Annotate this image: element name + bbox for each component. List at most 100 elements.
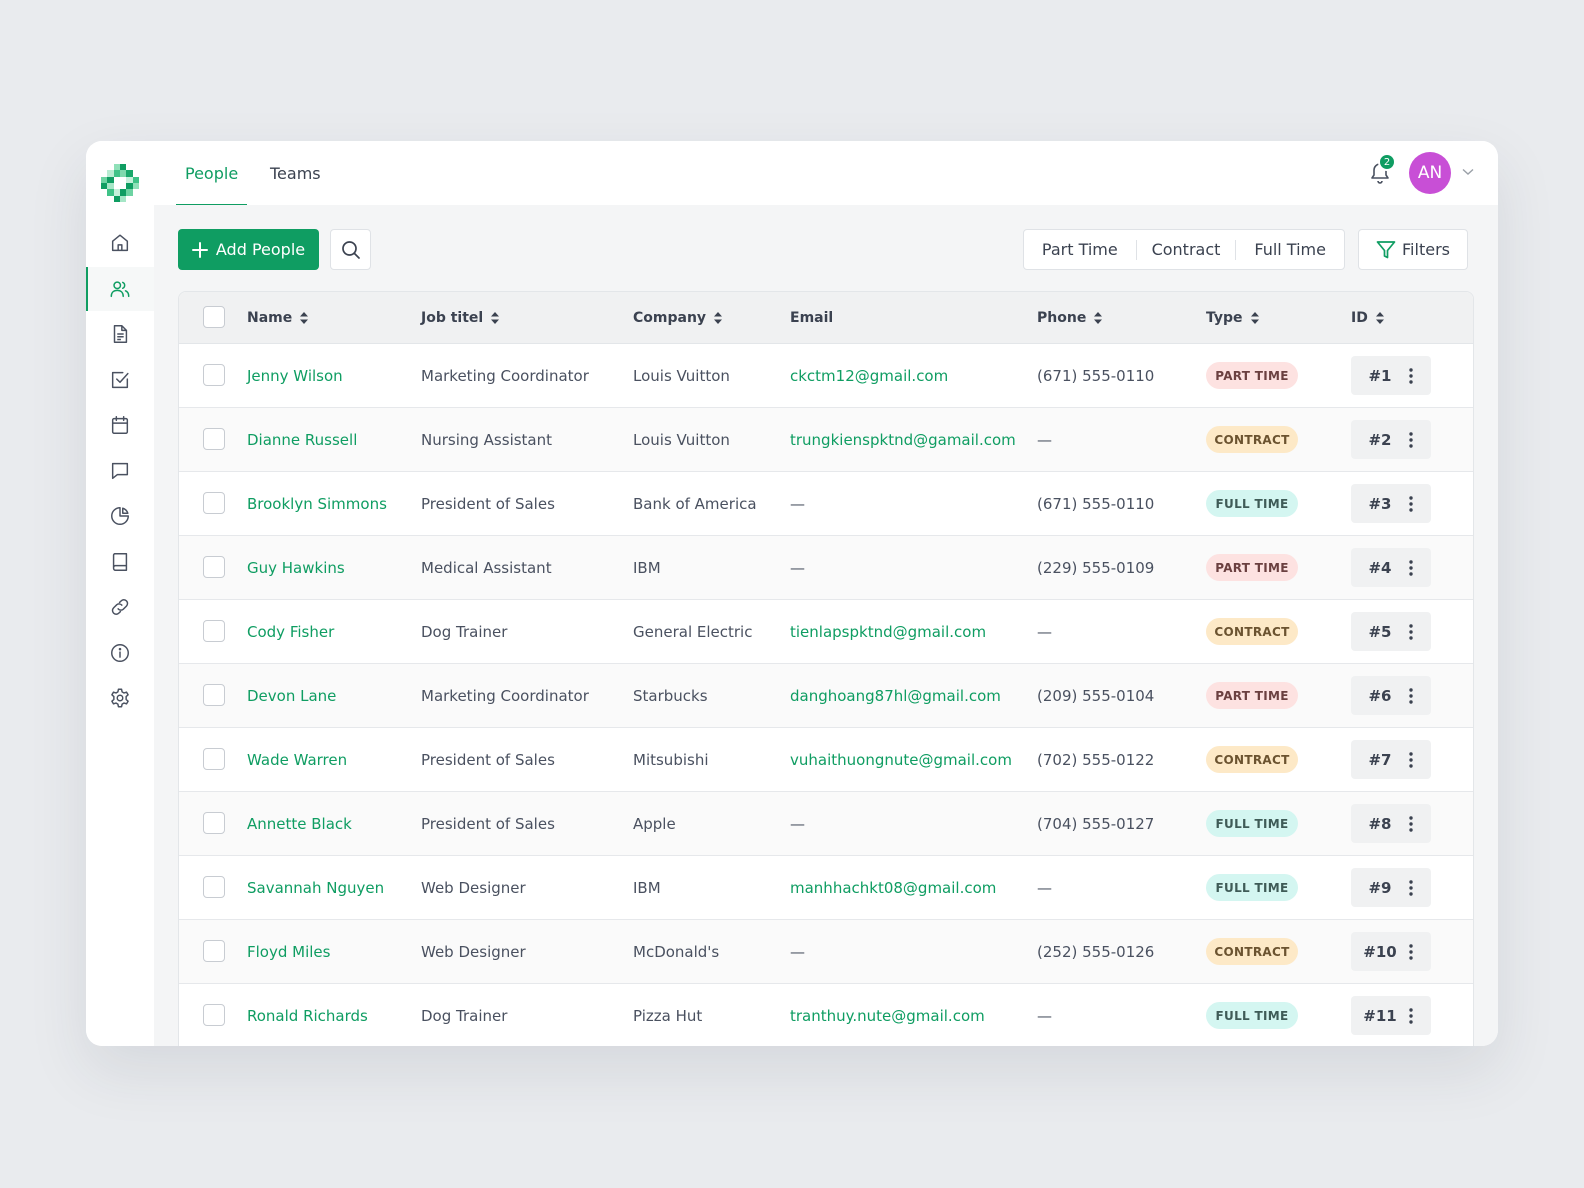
type-badge: FULL TIME <box>1206 874 1298 901</box>
person-name-link[interactable]: Devon Lane <box>247 664 336 727</box>
search-icon <box>341 240 360 259</box>
person-name-link[interactable]: Jenny Wilson <box>247 344 343 407</box>
row-checkbox[interactable] <box>203 1004 225 1026</box>
row-checkbox[interactable] <box>203 492 225 514</box>
person-name-link[interactable]: Dianne Russell <box>247 408 357 471</box>
type-badge: CONTRACT <box>1206 618 1298 645</box>
email-link[interactable]: tranthuy.nute@gmail.com <box>790 984 985 1046</box>
add-people-button[interactable]: Add People <box>178 229 319 270</box>
type-badge: FULL TIME <box>1206 810 1298 837</box>
table-row[interactable]: Annette Black President of Sales Apple — (70… <box>179 792 1473 856</box>
sidebar-item-tasks[interactable] <box>86 358 154 402</box>
sidebar-item-home[interactable] <box>86 221 154 265</box>
email-link[interactable]: manhhachkt08@gmail.com <box>790 856 996 919</box>
app-logo-icon[interactable] <box>101 164 139 202</box>
column-header-phone[interactable]: Phone <box>1037 292 1103 343</box>
sort-icon <box>1094 311 1103 324</box>
column-header-job-title[interactable]: Job titel <box>421 292 500 343</box>
calendar-icon <box>111 416 129 434</box>
sort-icon <box>300 311 309 324</box>
id-box: #1 <box>1351 356 1431 395</box>
sort-icon <box>714 311 723 324</box>
sidebar-item-info[interactable] <box>86 631 154 675</box>
table-row[interactable]: Jenny Wilson Marketing Coordinator Louis V… <box>179 344 1473 408</box>
id-label: #10 <box>1363 942 1397 961</box>
email-link[interactable]: ckctm12@gmail.com <box>790 344 948 407</box>
column-header-name[interactable]: Name <box>247 292 309 343</box>
type-badge: PART TIME <box>1206 554 1298 581</box>
more-options-icon[interactable] <box>1409 495 1413 512</box>
table-row[interactable]: Cody Fisher Dog Trainer General Electric ti… <box>179 600 1473 664</box>
person-name-link[interactable]: Cody Fisher <box>247 600 334 663</box>
person-name-link[interactable]: Wade Warren <box>247 728 347 791</box>
table-row[interactable]: Brooklyn Simmons President of Sales Bank o… <box>179 472 1473 536</box>
row-checkbox[interactable] <box>203 876 225 898</box>
more-options-icon[interactable] <box>1409 943 1413 960</box>
row-checkbox[interactable] <box>203 684 225 706</box>
search-button[interactable] <box>330 229 371 270</box>
column-label: Type <box>1206 309 1243 326</box>
email-link: — <box>790 494 805 513</box>
sidebar-item-links[interactable] <box>86 585 154 629</box>
sidebar-item-settings[interactable] <box>86 676 154 720</box>
more-options-icon[interactable] <box>1409 815 1413 832</box>
row-checkbox[interactable] <box>203 620 225 642</box>
notification-badge: 2 <box>1378 153 1396 171</box>
sidebar-item-reports[interactable] <box>86 494 154 538</box>
column-header-type[interactable]: Type <box>1206 292 1259 343</box>
sidebar-item-calendar[interactable] <box>86 403 154 447</box>
tab-teams[interactable]: Teams <box>270 141 321 205</box>
more-options-icon[interactable] <box>1409 559 1413 576</box>
segment-part-time[interactable]: Part Time <box>1024 230 1136 269</box>
row-checkbox[interactable] <box>203 812 225 834</box>
table-row[interactable]: Floyd Miles Web Designer McDonald's — (252) … <box>179 920 1473 984</box>
more-options-icon[interactable] <box>1409 431 1413 448</box>
sort-icon <box>1375 311 1384 324</box>
table-row[interactable]: Savannah Nguyen Web Designer IBM manhhachkt… <box>179 856 1473 920</box>
filters-label: Filters <box>1402 240 1450 259</box>
chevron-down-icon[interactable] <box>1462 168 1474 176</box>
row-checkbox[interactable] <box>203 940 225 962</box>
column-header-company[interactable]: Company <box>633 292 723 343</box>
more-options-icon[interactable] <box>1409 367 1413 384</box>
sidebar-item-people[interactable] <box>86 267 154 311</box>
sidebar-item-messages[interactable] <box>86 449 154 493</box>
person-name-link[interactable]: Floyd Miles <box>247 920 330 983</box>
more-options-icon[interactable] <box>1409 687 1413 704</box>
row-checkbox[interactable] <box>203 556 225 578</box>
avatar[interactable]: AN <box>1409 152 1451 194</box>
tab-people[interactable]: People <box>175 141 248 206</box>
person-name-link[interactable]: Guy Hawkins <box>247 536 345 599</box>
person-name-link[interactable]: Brooklyn Simmons <box>247 472 387 535</box>
row-checkbox[interactable] <box>203 428 225 450</box>
person-name-link[interactable]: Annette Black <box>247 792 352 855</box>
more-options-icon[interactable] <box>1409 623 1413 640</box>
type-badge: CONTRACT <box>1206 426 1298 453</box>
more-options-icon[interactable] <box>1409 879 1413 896</box>
table-row[interactable]: Guy Hawkins Medical Assistant IBM — (229) 55… <box>179 536 1473 600</box>
table-row[interactable]: Devon Lane Marketing Coordinator Starbucks… <box>179 664 1473 728</box>
more-options-icon[interactable] <box>1409 1007 1413 1024</box>
row-checkbox[interactable] <box>203 364 225 386</box>
email-link[interactable]: tienlapspktnd@gmail.com <box>790 600 986 663</box>
company-cell: Mitsubishi <box>633 750 709 769</box>
email-link[interactable]: trungkienspktnd@gamail.com <box>790 408 1016 471</box>
select-all-checkbox[interactable] <box>203 306 225 328</box>
segment-contract[interactable]: Contract <box>1137 230 1236 269</box>
sidebar-item-library[interactable] <box>86 540 154 584</box>
job-title-cell: Web Designer <box>421 942 526 961</box>
table-row[interactable]: Dianne Russell Nursing Assistant Louis Vui… <box>179 408 1473 472</box>
segment-full-time[interactable]: Full Time <box>1236 230 1344 269</box>
more-options-icon[interactable] <box>1409 751 1413 768</box>
sidebar-item-documents[interactable] <box>86 312 154 356</box>
job-title-cell: Dog Trainer <box>421 1006 508 1025</box>
filters-button[interactable]: Filters <box>1358 229 1468 270</box>
person-name-link[interactable]: Ronald Richards <box>247 984 368 1046</box>
column-header-id[interactable]: ID <box>1351 292 1384 343</box>
email-link[interactable]: vuhaithuongnute@gmail.com <box>790 728 1012 791</box>
email-link[interactable]: danghoang87hl@gmail.com <box>790 664 1001 727</box>
table-row[interactable]: Wade Warren President of Sales Mitsubishi v… <box>179 728 1473 792</box>
table-row[interactable]: Ronald Richards Dog Trainer Pizza Hut trant… <box>179 984 1473 1046</box>
row-checkbox[interactable] <box>203 748 225 770</box>
person-name-link[interactable]: Savannah Nguyen <box>247 856 384 919</box>
